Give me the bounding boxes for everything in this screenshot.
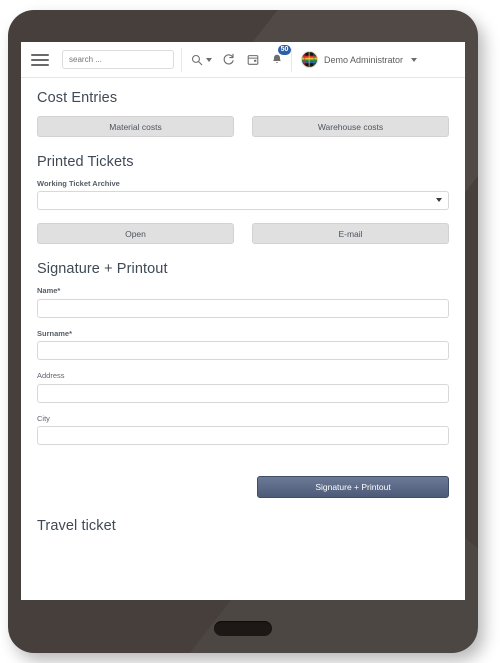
material-costs-button[interactable]: Material costs	[37, 116, 234, 137]
signature-printout-button[interactable]: Signature + Printout	[257, 476, 449, 498]
section-title-travel-ticket: Travel ticket	[37, 518, 116, 534]
open-button[interactable]: Open	[37, 223, 234, 244]
printed-tickets-button-row: Open E-mail	[37, 223, 449, 244]
user-menu[interactable]: Demo Administrator	[301, 51, 418, 68]
warehouse-costs-button[interactable]: Warehouse costs	[252, 116, 449, 137]
notification-badge: 50	[278, 45, 291, 55]
home-button[interactable]	[214, 621, 272, 636]
chevron-down-icon	[206, 57, 212, 62]
surname-field[interactable]	[37, 341, 449, 360]
name-field-label: Name*	[37, 286, 61, 295]
tablet-device-frame: 50	[8, 10, 478, 653]
tablet-screen: 50	[21, 42, 465, 600]
signature-submit-row: Signature + Printout	[37, 476, 449, 498]
search-icon[interactable]	[189, 51, 204, 68]
calendar-icon[interactable]	[245, 51, 260, 68]
search-dropdown-button[interactable]	[189, 51, 212, 68]
working-ticket-archive-label: Working Ticket Archive	[37, 179, 120, 188]
refresh-icon[interactable]	[221, 51, 236, 68]
screenshot-stage: 50	[0, 0, 500, 663]
username-label: Demo Administrator	[324, 54, 404, 65]
hamburger-menu-icon[interactable]	[29, 52, 51, 68]
address-field[interactable]	[37, 383, 449, 403]
cost-entries-button-row: Material costs Warehouse costs	[37, 116, 449, 137]
city-field-label: City	[37, 413, 50, 423]
navbar-divider-left	[181, 47, 182, 72]
chevron-down-icon	[411, 57, 418, 62]
top-navbar: 50	[21, 42, 465, 78]
section-title-cost-entries: Cost Entries	[37, 90, 118, 106]
avatar	[301, 51, 318, 68]
section-title-signature-printout: Signature + Printout	[37, 261, 168, 277]
name-field[interactable]	[37, 298, 449, 318]
navbar-divider-right	[291, 47, 292, 72]
search-input[interactable]	[62, 50, 174, 69]
page-content: Cost Entries Material costs Warehouse co…	[21, 78, 465, 599]
bell-icon[interactable]: 50	[269, 45, 291, 68]
navbar-icon-group: 50	[189, 45, 291, 68]
working-ticket-archive-select-wrap	[37, 191, 449, 210]
surname-field-label: Surname*	[37, 328, 73, 338]
email-button[interactable]: E-mail	[252, 223, 449, 244]
city-field[interactable]	[37, 426, 449, 445]
working-ticket-archive-select[interactable]	[37, 191, 449, 210]
section-title-printed-tickets: Printed Tickets	[37, 154, 134, 170]
address-field-label: Address	[37, 371, 65, 380]
